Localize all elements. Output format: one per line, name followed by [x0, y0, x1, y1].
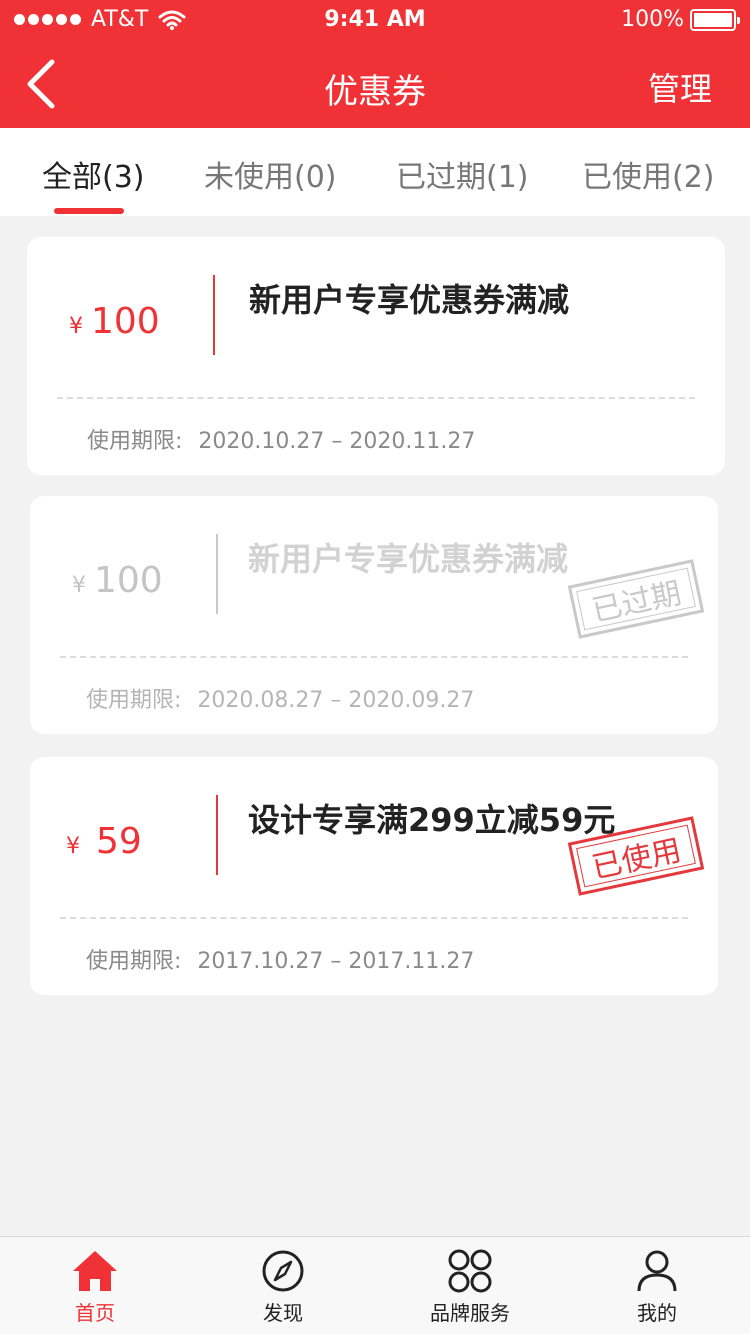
clover-grid-icon	[448, 1249, 492, 1293]
coupon-title: 新用户专享优惠券满减	[248, 540, 569, 578]
coupon-validity: 使用期限: 2020.08.27 – 2020.09.27	[86, 682, 474, 714]
validity-dates: 2017.10.27 – 2017.11.27	[197, 949, 475, 974]
coupon-value: 100	[91, 301, 160, 342]
tab-unused[interactable]: 未使用(0)	[204, 152, 337, 196]
validity-dates: 2020.08.27 – 2020.09.27	[197, 688, 475, 713]
coupon-amount: ¥ 100	[72, 560, 163, 601]
bottom-tab-bar: 首页 发现 品牌服务 我的	[0, 1236, 750, 1334]
tabbar-label: 品牌服务	[430, 1301, 510, 1325]
coupon-validity: 使用期限: 2017.10.27 – 2017.11.27	[86, 943, 474, 975]
tab-all[interactable]: 全部(3)	[42, 152, 145, 196]
status-bar-right: 100%	[621, 7, 740, 32]
coupon-card[interactable]: ¥ 59 设计专享满299立减59元 已使用 使用期限: 2017.10.27 –…	[30, 757, 718, 995]
tab-used[interactable]: 已使用(2)	[582, 152, 715, 196]
coupon-divider	[216, 795, 218, 875]
manage-button[interactable]: 管理	[648, 64, 712, 110]
coupon-filter-tabs: 全部(3) 未使用(0) 已过期(1) 已使用(2)	[0, 128, 750, 216]
coupon-title: 设计专享满299立减59元	[248, 801, 616, 839]
battery-percent: 100%	[621, 7, 684, 32]
currency-symbol: ¥	[66, 834, 80, 859]
coupon-card[interactable]: ¥ 100 新用户专享优惠券满减 使用期限: 2020.10.27 – 2020.…	[27, 237, 725, 475]
coupon-validity: 使用期限: 2020.10.27 – 2020.11.27	[87, 423, 475, 455]
validity-label: 使用期限:	[86, 949, 182, 974]
tabbar-item-brand-services[interactable]: 品牌服务	[400, 1249, 540, 1326]
home-icon	[73, 1251, 117, 1291]
dashed-separator	[60, 917, 688, 919]
dashed-separator	[57, 397, 695, 399]
validity-label: 使用期限:	[87, 429, 183, 454]
tabbar-item-me[interactable]: 我的	[587, 1249, 727, 1326]
tabbar-item-discover[interactable]: 发现	[213, 1249, 353, 1326]
coupon-card[interactable]: ¥ 100 新用户专享优惠券满减 已过期 使用期限: 2020.08.27 – 2…	[30, 496, 718, 734]
user-icon	[637, 1250, 677, 1292]
coupon-value: 100	[94, 560, 163, 601]
compass-icon	[262, 1250, 304, 1292]
coupon-title: 新用户专享优惠券满减	[249, 281, 570, 319]
tabbar-label: 首页	[75, 1301, 115, 1325]
active-tab-indicator	[54, 208, 124, 214]
tabbar-label: 发现	[263, 1301, 303, 1325]
tabbar-item-home[interactable]: 首页	[25, 1249, 165, 1326]
tab-expired[interactable]: 已过期(1)	[396, 152, 529, 196]
coupon-divider	[216, 534, 218, 614]
coupon-amount: ¥ 100	[69, 301, 160, 342]
validity-dates: 2020.10.27 – 2020.11.27	[198, 429, 476, 454]
coupon-value: 59	[96, 821, 142, 862]
currency-symbol: ¥	[72, 573, 86, 598]
validity-label: 使用期限:	[86, 688, 182, 713]
currency-symbol: ¥	[69, 314, 83, 339]
coupon-divider	[213, 275, 215, 355]
page-title: 优惠券	[324, 72, 426, 112]
dashed-separator	[60, 656, 688, 658]
status-bar: AT&T 9:41 AM 100%	[0, 0, 750, 40]
navigation-bar: 优惠券 管理	[0, 40, 750, 128]
coupon-amount: ¥ 59	[66, 821, 142, 862]
tabbar-label: 我的	[637, 1301, 677, 1325]
battery-icon	[690, 8, 740, 31]
